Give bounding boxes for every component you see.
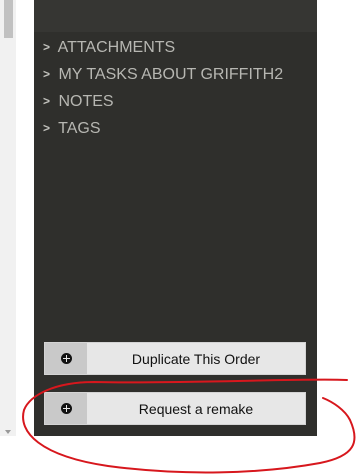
chevron-right-icon: > [43, 121, 51, 135]
request-remake-button[interactable]: Request a remake [44, 392, 306, 425]
request-remake-label: Request a remake [138, 400, 254, 417]
duplicate-order-button[interactable]: Duplicate This Order [44, 342, 306, 375]
chevron-right-icon: > [43, 94, 51, 108]
chevron-right-icon: > [43, 67, 51, 81]
plus-circle-icon [60, 353, 72, 364]
button-icon-box [45, 343, 87, 374]
panel-header [34, 0, 317, 32]
sidebar-item-label: MY TASKS ABOUT GRIFFITH2 [58, 66, 284, 83]
sidebar-item-label: TAGS [58, 120, 101, 137]
vertical-scrollbar[interactable] [0, 0, 16, 436]
sidebar-item-notes[interactable]: > NOTES [43, 90, 308, 113]
sidebar-menu: > ATTACHMENTS > MY TASKS ABOUT GRIFFITH2… [43, 36, 308, 144]
sidebar-item-label: NOTES [58, 93, 114, 110]
button-icon-box [45, 393, 87, 424]
order-sidebar-panel: > ATTACHMENTS > MY TASKS ABOUT GRIFFITH2… [34, 0, 317, 436]
sidebar-item-my-tasks[interactable]: > MY TASKS ABOUT GRIFFITH2 [43, 63, 308, 86]
plus-circle-icon [60, 403, 72, 414]
screen: > ATTACHMENTS > MY TASKS ABOUT GRIFFITH2… [0, 0, 362, 476]
scrollbar-thumb[interactable] [4, 0, 13, 38]
chevron-right-icon: > [43, 40, 51, 54]
sidebar-item-label: ATTACHMENTS [57, 39, 176, 56]
sidebar-item-attachments[interactable]: > ATTACHMENTS [43, 36, 308, 59]
scroll-down-arrow-icon[interactable] [5, 430, 11, 434]
duplicate-order-label: Duplicate This Order [131, 350, 261, 367]
sidebar-item-tags[interactable]: > TAGS [43, 117, 308, 140]
